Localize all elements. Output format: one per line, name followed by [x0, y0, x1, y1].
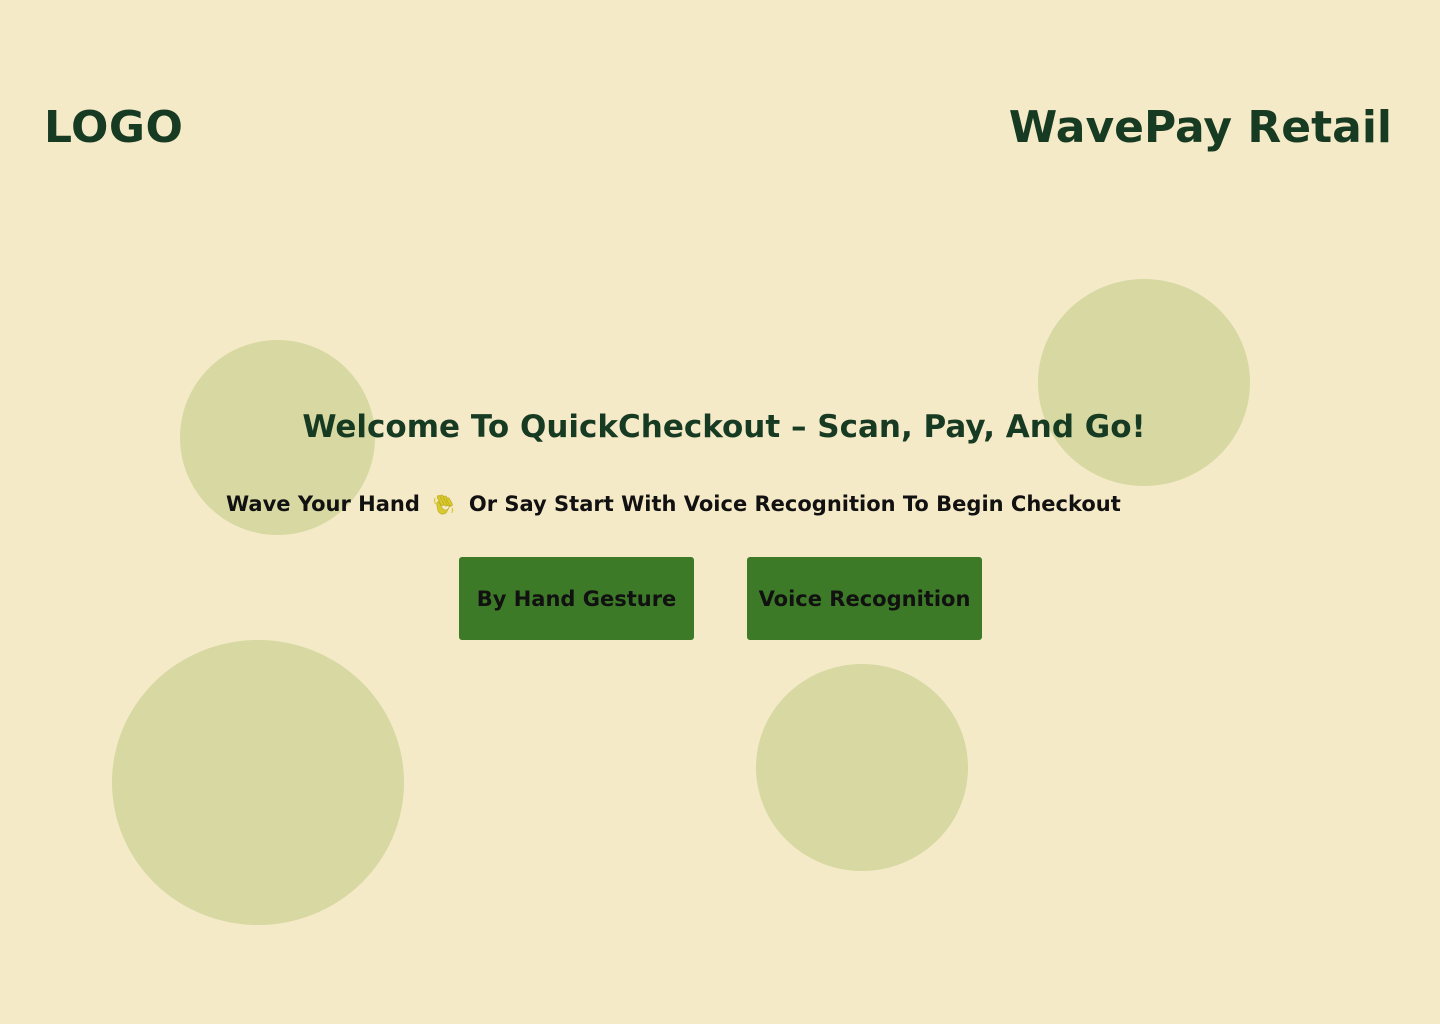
decorative-circle-bottom-left: [112, 640, 404, 925]
voice-recognition-button[interactable]: Voice Recognition: [747, 557, 982, 640]
welcome-heading: Welcome To QuickCheckout – Scan, Pay, An…: [302, 409, 1146, 445]
checkout-instructions: Wave Your Hand Or Say Start With Voice R…: [226, 488, 1121, 520]
decorative-circle-right: [1038, 279, 1250, 486]
brand-name: WavePay Retail: [1008, 102, 1392, 153]
hand-gesture-button[interactable]: By Hand Gesture: [459, 557, 694, 640]
decorative-circle-bottom-center: [756, 664, 968, 871]
instruction-start-text: Wave Your Hand: [226, 492, 420, 516]
logo: LOGO: [44, 102, 184, 153]
instruction-end-text: Or Say Start With Voice Recognition To B…: [468, 492, 1121, 516]
waving-hand-icon: [432, 492, 456, 516]
